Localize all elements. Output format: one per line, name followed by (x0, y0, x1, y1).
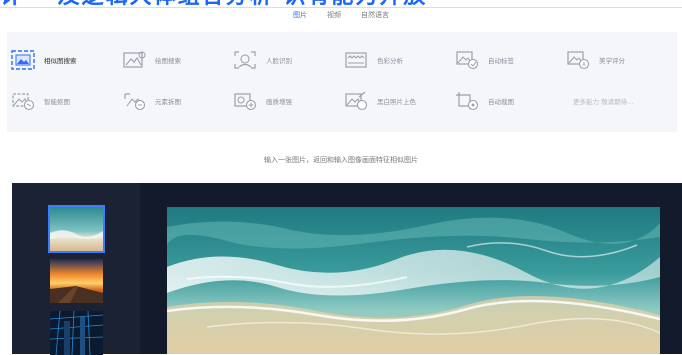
fn-quality-enhance[interactable]: 画质增强 (233, 86, 341, 116)
fn-colorize[interactable]: 黑白照片上色 (344, 86, 452, 116)
fn-label: 色彩分析 (377, 57, 403, 65)
svg-text:A: A (582, 62, 586, 68)
fn-label: 黑白照片上色 (377, 98, 416, 106)
function-description: 输入一张图片，返回和输入图像画面特征相似图片 (264, 156, 418, 164)
fn-face-recognition[interactable]: 人脸识别 (233, 45, 341, 75)
fn-aesthetic-score[interactable]: A 美学评分 (566, 45, 674, 75)
fn-smart-cutout[interactable]: 智能抠图 (11, 86, 119, 116)
fn-label: 人脸识别 (266, 57, 292, 65)
sketch-search-icon (122, 50, 146, 70)
function-panel: 相似图搜索 绘图搜索 人脸识别 色彩分析 自动标签 A 美学评分 智能抠图 元素… (7, 32, 677, 132)
fn-label: 相似图搜索 (44, 57, 77, 65)
fn-auto-crop[interactable]: 自动裁图 (455, 86, 563, 116)
element-split-icon (122, 91, 146, 111)
aesthetic-score-icon: A (566, 50, 590, 70)
fn-similar-image-search[interactable]: 相似图搜索 (11, 45, 119, 75)
thumbnail-list (12, 183, 140, 355)
tab-image[interactable]: 图片 (293, 10, 307, 26)
smart-cutout-icon (11, 91, 35, 111)
fn-label: 自动标签 (488, 57, 514, 65)
color-analysis-icon (344, 50, 368, 70)
thumbnail-city-night[interactable] (50, 311, 103, 355)
similar-image-search-icon (11, 50, 35, 70)
fn-label: 智能抠图 (44, 98, 70, 106)
fn-label: 美学评分 (599, 57, 625, 65)
auto-tag-icon (455, 50, 479, 70)
fn-element-split[interactable]: 元素拆图 (122, 86, 230, 116)
thumbnail-pier-sunset[interactable] (50, 259, 103, 303)
fn-sketch-search[interactable]: 绘图搜索 (122, 45, 230, 75)
fn-label: 更多能力 敬请期待... (573, 98, 634, 106)
fn-color-analysis[interactable]: 色彩分析 (344, 45, 452, 75)
main-preview-image (167, 207, 660, 354)
quality-enhance-icon (233, 91, 257, 111)
category-tabs: 图片 视频 自然语言 (0, 10, 682, 26)
fn-auto-tag[interactable]: 自动标签 (455, 45, 563, 75)
auto-crop-icon (455, 91, 479, 111)
fn-more-coming: 更多能力 敬请期待... (573, 86, 681, 116)
thumbnail-beach-waves[interactable] (48, 205, 105, 253)
fn-label: 自动裁图 (488, 98, 514, 106)
fn-label: 元素拆图 (155, 98, 181, 106)
colorize-icon (344, 91, 368, 111)
face-recognition-icon (233, 50, 257, 70)
fn-label: 绘图搜索 (155, 57, 181, 65)
image-viewer (12, 183, 682, 355)
fn-label: 画质增强 (266, 98, 292, 106)
tab-nlp[interactable]: 自然语言 (361, 10, 389, 26)
banner-divider (0, 7, 682, 8)
tab-video[interactable]: 视频 (327, 10, 341, 26)
